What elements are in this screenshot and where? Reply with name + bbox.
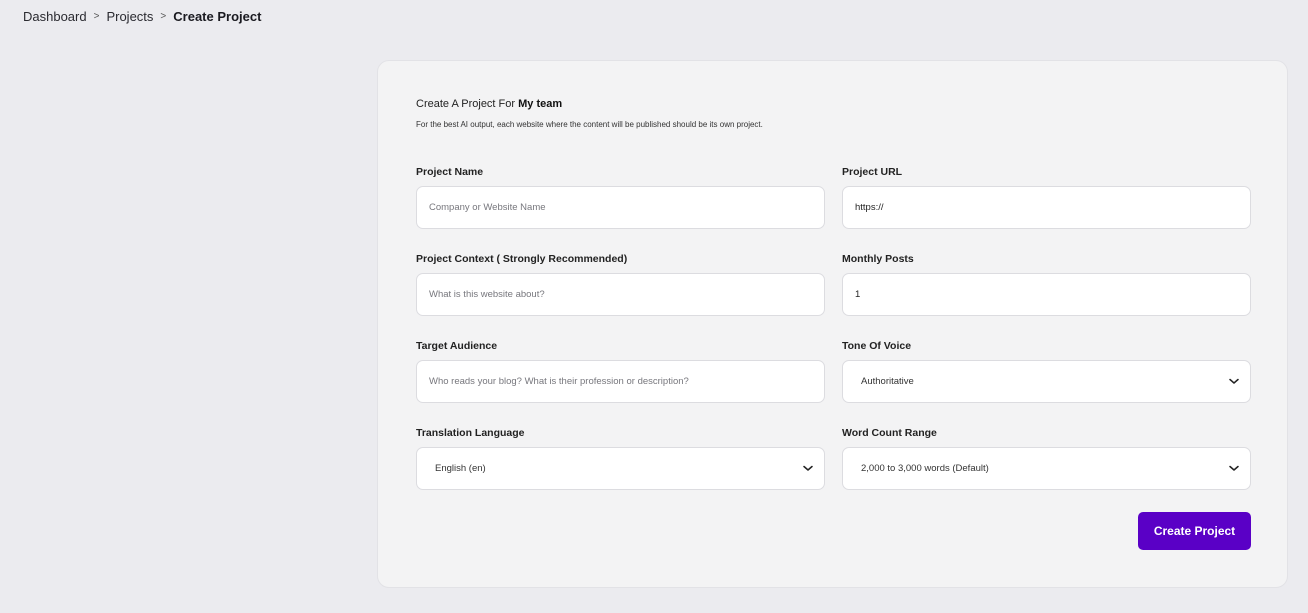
project-context-input[interactable] — [429, 289, 812, 300]
project-name-field: Project Name — [416, 166, 825, 229]
monthly-posts-input-wrapper — [842, 273, 1251, 316]
word-count-range-select[interactable]: 2,000 to 3,000 words (Default) — [842, 447, 1251, 490]
team-name: My team — [518, 98, 563, 110]
chevron-down-icon — [1228, 376, 1240, 388]
monthly-posts-input[interactable] — [855, 289, 1238, 300]
project-url-input[interactable] — [855, 202, 1238, 213]
chevron-right-icon: > — [93, 11, 100, 22]
chevron-down-icon — [1228, 463, 1240, 475]
translation-language-label: Translation Language — [416, 427, 525, 439]
card-title-prefix: Create A Project For — [416, 98, 519, 110]
translation-language-field: Translation Language English (en) — [416, 427, 825, 490]
project-url-label: Project URL — [842, 166, 903, 178]
breadcrumb: Dashboard > Projects > Create Project — [23, 9, 261, 24]
project-url-input-wrapper — [842, 186, 1251, 229]
tone-of-voice-field: Tone Of Voice Authoritative — [842, 340, 1251, 403]
breadcrumb-projects[interactable]: Projects — [106, 9, 153, 24]
tone-of-voice-value: Authoritative — [861, 376, 914, 387]
breadcrumb-current: Create Project — [173, 9, 262, 24]
monthly-posts-field: Monthly Posts — [842, 253, 1251, 316]
target-audience-input-wrapper — [416, 360, 825, 403]
tone-of-voice-label: Tone Of Voice — [842, 340, 912, 352]
card-subtitle: For the best AI output, each website whe… — [416, 120, 763, 129]
breadcrumb-dashboard[interactable]: Dashboard — [23, 9, 87, 24]
create-project-button[interactable]: Create Project — [1138, 512, 1251, 550]
word-count-range-field: Word Count Range 2,000 to 3,000 words (D… — [842, 427, 1251, 490]
chevron-down-icon — [802, 463, 814, 475]
translation-language-select[interactable]: English (en) — [416, 447, 825, 490]
project-name-input[interactable] — [429, 202, 812, 213]
translation-language-value: English (en) — [435, 463, 486, 474]
target-audience-field: Target Audience — [416, 340, 825, 403]
project-context-field: Project Context ( Strongly Recommended) — [416, 253, 825, 316]
target-audience-label: Target Audience — [416, 340, 498, 352]
project-context-label: Project Context ( Strongly Recommended) — [416, 253, 628, 265]
project-name-input-wrapper — [416, 186, 825, 229]
tone-of-voice-select[interactable]: Authoritative — [842, 360, 1251, 403]
create-project-card: Create A Project For My team For the bes… — [377, 60, 1288, 588]
project-name-label: Project Name — [416, 166, 484, 178]
monthly-posts-label: Monthly Posts — [842, 253, 914, 265]
word-count-range-value: 2,000 to 3,000 words (Default) — [861, 463, 989, 474]
project-url-field: Project URL — [842, 166, 1251, 229]
card-title: Create A Project For My team — [416, 98, 562, 110]
chevron-right-icon: > — [160, 11, 167, 22]
word-count-range-label: Word Count Range — [842, 427, 937, 439]
project-context-input-wrapper — [416, 273, 825, 316]
target-audience-input[interactable] — [429, 376, 812, 387]
